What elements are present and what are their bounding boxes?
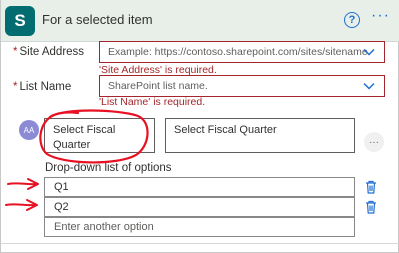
chevron-down-icon[interactable] — [362, 79, 376, 93]
field-value-text: Select Fiscal Quarter — [174, 124, 277, 136]
field-name-line1: Select Fiscal — [53, 124, 116, 136]
list-name-dropdown[interactable]: SharePoint list name. — [99, 75, 385, 97]
sharepoint-logo-letter: S — [14, 11, 26, 30]
options-label: Drop-down list of options — [45, 162, 172, 174]
sharepoint-icon: S — [5, 6, 35, 36]
site-address-label: * Site Address — [13, 46, 84, 58]
divider — [1, 243, 399, 244]
add-option-input[interactable]: Enter another option — [44, 217, 355, 237]
more-options-icon[interactable]: ··· — [371, 7, 390, 25]
required-marker: * — [13, 81, 18, 93]
list-name-placeholder: SharePoint list name. — [108, 80, 208, 92]
field-menu-button[interactable]: ··· — [364, 132, 384, 152]
site-address-placeholder: Example: https://contoso.sharepoint.com/… — [108, 46, 371, 58]
list-name-label-text: List Name — [19, 81, 72, 93]
field-name-input[interactable]: Select Fiscal Quarter — [44, 118, 155, 153]
site-address-dropdown[interactable]: Example: https://contoso.sharepoint.com/… — [99, 41, 385, 63]
help-icon[interactable]: ? — [344, 12, 360, 28]
option-value: Q2 — [54, 201, 69, 213]
delete-icon[interactable] — [365, 200, 377, 214]
action-header[interactable]: S For a selected item ? ··· — [1, 0, 399, 42]
action-title: For a selected item — [42, 12, 153, 27]
list-name-label: * List Name — [13, 81, 71, 93]
action-card: S For a selected item ? ··· * Site Addres… — [0, 0, 399, 253]
option-input-1[interactable]: Q1 — [44, 177, 355, 197]
option-value: Q1 — [54, 181, 69, 193]
list-name-error: 'List Name' is required. — [99, 96, 206, 108]
avatar: AA — [19, 120, 39, 140]
delete-icon[interactable] — [365, 180, 377, 194]
site-address-label-text: Site Address — [19, 46, 85, 58]
field-value-input[interactable]: Select Fiscal Quarter — [165, 118, 355, 153]
option-input-2[interactable]: Q2 — [44, 197, 355, 217]
add-option-placeholder: Enter another option — [54, 221, 154, 233]
chevron-down-icon[interactable] — [362, 45, 376, 59]
required-marker: * — [13, 46, 18, 58]
field-name-line2: Quarter — [53, 139, 91, 151]
